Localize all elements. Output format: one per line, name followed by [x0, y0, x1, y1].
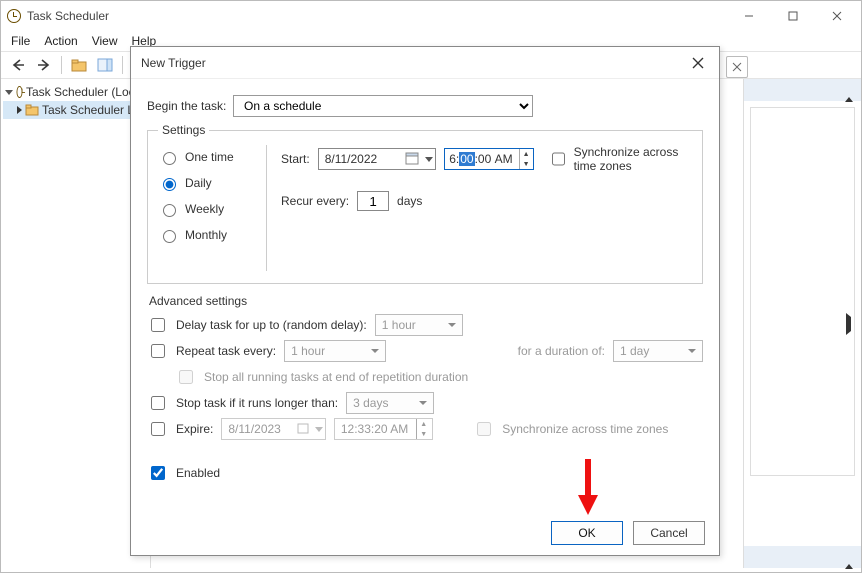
sync-tz2-label: Synchronize across time zones — [502, 422, 668, 436]
actions-pane — [743, 79, 861, 568]
collapse-icon[interactable] — [845, 83, 853, 97]
duration-select[interactable]: 1 day — [613, 340, 703, 362]
actions-group-header-2[interactable] — [744, 546, 861, 568]
cancel-button[interactable]: Cancel — [633, 521, 705, 545]
start-date-input[interactable]: 8/11/2022 — [318, 148, 437, 170]
app-icon — [7, 9, 21, 23]
calendar-icon[interactable] — [297, 422, 309, 437]
repeat-label: Repeat task every: — [176, 344, 276, 358]
folder-icon — [25, 104, 39, 116]
stop-if-checkbox[interactable] — [151, 396, 165, 410]
radio-daily[interactable]: Daily — [158, 175, 252, 191]
chevron-down-icon[interactable] — [315, 427, 323, 432]
time-seconds: 00 — [478, 152, 491, 166]
expire-time-input[interactable]: 12:33:20 AM ▲ ▼ — [334, 418, 433, 440]
dialog-close-button[interactable] — [683, 51, 713, 75]
radio-weekly-label: Weekly — [185, 202, 224, 216]
actions-spacer — [750, 107, 855, 476]
start-label: Start: — [281, 152, 310, 166]
advanced-settings-label: Advanced settings — [149, 294, 703, 308]
settings-fieldset: Settings One time Daily Weekly Monthly S… — [147, 123, 703, 284]
start-date-value: 8/11/2022 — [325, 152, 378, 166]
close-button[interactable] — [815, 1, 859, 31]
spin-down-icon[interactable]: ▼ — [520, 159, 533, 169]
annotation-arrow — [576, 455, 600, 517]
time-ampm: AM — [495, 152, 513, 166]
time-spinner[interactable]: ▲ ▼ — [416, 419, 430, 439]
menu-view[interactable]: View — [92, 34, 118, 48]
begin-task-select[interactable]: On a schedule — [233, 95, 533, 117]
time-minutes: 00 — [459, 152, 474, 166]
time-spinner[interactable]: ▲ ▼ — [519, 149, 533, 169]
actions-group-header[interactable] — [744, 79, 861, 101]
stop-if-select[interactable]: 3 days — [346, 392, 434, 414]
pane-close-button[interactable] — [726, 56, 748, 78]
calendar-icon[interactable] — [405, 151, 419, 168]
forward-button[interactable] — [33, 54, 55, 76]
titlebar: Task Scheduler — [1, 1, 861, 31]
sync-tz-label: Synchronize across time zones — [574, 145, 692, 173]
spin-down-icon[interactable]: ▼ — [417, 429, 430, 439]
actions-pane-icon[interactable] — [94, 54, 116, 76]
folder-icon[interactable] — [68, 54, 90, 76]
ok-button[interactable]: OK — [551, 521, 623, 545]
chevron-down-icon[interactable] — [5, 90, 13, 95]
radio-one-time[interactable]: One time — [158, 149, 252, 165]
menu-action[interactable]: Action — [44, 34, 77, 48]
spin-up-icon[interactable]: ▲ — [417, 419, 430, 429]
repeat-select[interactable]: 1 hour — [284, 340, 386, 362]
scroll-right-icon[interactable] — [846, 317, 851, 331]
dialog-title: New Trigger — [131, 47, 719, 79]
new-trigger-dialog: New Trigger Begin the task: On a schedul… — [130, 46, 720, 556]
recur-unit: days — [397, 194, 422, 208]
duration-label: for a duration of: — [518, 344, 605, 358]
enabled-label: Enabled — [176, 466, 220, 480]
tree-library[interactable]: Task Scheduler Library — [3, 101, 148, 119]
delay-checkbox[interactable] — [151, 318, 165, 332]
time-hours: 6 — [449, 152, 456, 166]
stop-all-label: Stop all running tasks at end of repetit… — [204, 370, 468, 384]
start-time-input[interactable]: 6:00:00 AM ▲ ▼ — [444, 148, 533, 170]
maximize-button[interactable] — [771, 1, 815, 31]
stop-if-label: Stop task if it runs longer than: — [176, 396, 338, 410]
expire-label: Expire: — [176, 422, 213, 436]
expire-checkbox[interactable] — [151, 422, 165, 436]
tree-root[interactable]: Task Scheduler (Local) — [3, 83, 148, 101]
radio-weekly[interactable]: Weekly — [158, 201, 252, 217]
enabled-checkbox[interactable] — [151, 466, 165, 480]
recur-label: Recur every: — [281, 194, 349, 208]
delay-label: Delay task for up to (random delay): — [176, 318, 367, 332]
expire-date-value: 8/11/2023 — [228, 422, 281, 436]
menu-file[interactable]: File — [11, 34, 30, 48]
repeat-checkbox[interactable] — [151, 344, 165, 358]
radio-monthly[interactable]: Monthly — [158, 227, 252, 243]
recur-value-input[interactable] — [357, 191, 389, 211]
sync-tz2-checkbox — [477, 422, 491, 436]
radio-daily-label: Daily — [185, 176, 212, 190]
clock-icon — [17, 86, 23, 98]
back-button[interactable] — [7, 54, 29, 76]
begin-task-label: Begin the task: — [147, 99, 233, 113]
app-title: Task Scheduler — [27, 9, 109, 23]
chevron-right-icon[interactable] — [17, 106, 22, 114]
radio-monthly-label: Monthly — [185, 228, 227, 242]
collapse-icon[interactable] — [845, 550, 853, 564]
settings-legend: Settings — [158, 123, 209, 137]
expire-date-input[interactable]: 8/11/2023 — [221, 418, 326, 440]
radio-one-time-label: One time — [185, 150, 234, 164]
spin-up-icon[interactable]: ▲ — [520, 149, 533, 159]
chevron-down-icon[interactable] — [425, 157, 433, 162]
delay-select[interactable]: 1 hour — [375, 314, 463, 336]
expire-time-value: 12:33:20 AM — [341, 422, 408, 436]
minimize-button[interactable] — [727, 1, 771, 31]
nav-tree[interactable]: Task Scheduler (Local) Task Scheduler Li… — [1, 79, 151, 568]
stop-all-checkbox — [179, 370, 193, 384]
sync-tz-checkbox[interactable]: Synchronize across time zones — [548, 145, 692, 173]
